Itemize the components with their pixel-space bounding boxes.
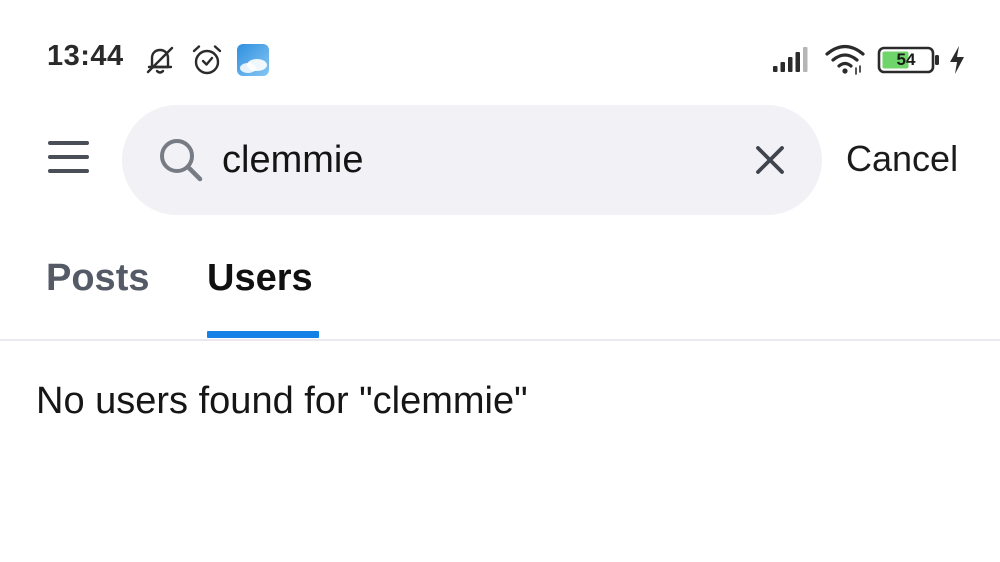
empty-results-message: No users found for "clemmie" — [36, 380, 528, 422]
status-time: 13:44 — [47, 40, 124, 72]
charging-icon — [950, 46, 964, 74]
tab-posts[interactable]: Posts — [46, 257, 149, 300]
battery-level: 54 — [896, 50, 916, 69]
cancel-button[interactable]: Cancel — [846, 138, 958, 180]
search-bar — [122, 105, 822, 215]
weather-app-icon — [237, 44, 269, 76]
signal-icon — [773, 47, 808, 72]
wifi-icon — [825, 44, 865, 75]
clear-search-icon[interactable] — [751, 141, 789, 179]
status-bar: 13:44 54 — [0, 0, 1000, 100]
search-input[interactable] — [222, 131, 732, 189]
active-tab-indicator — [207, 331, 319, 338]
notifications-muted-icon — [146, 46, 174, 74]
tabs-divider — [0, 339, 1000, 341]
hamburger-icon — [48, 141, 89, 145]
search-screen: 13:44 54 clemmie Cancel Posts Users No u… — [0, 0, 1000, 562]
alarm-icon — [192, 45, 222, 75]
menu-button[interactable] — [44, 137, 92, 179]
search-icon — [160, 139, 203, 182]
battery-icon: 54 — [877, 46, 941, 74]
tab-users[interactable]: Users — [207, 257, 313, 300]
